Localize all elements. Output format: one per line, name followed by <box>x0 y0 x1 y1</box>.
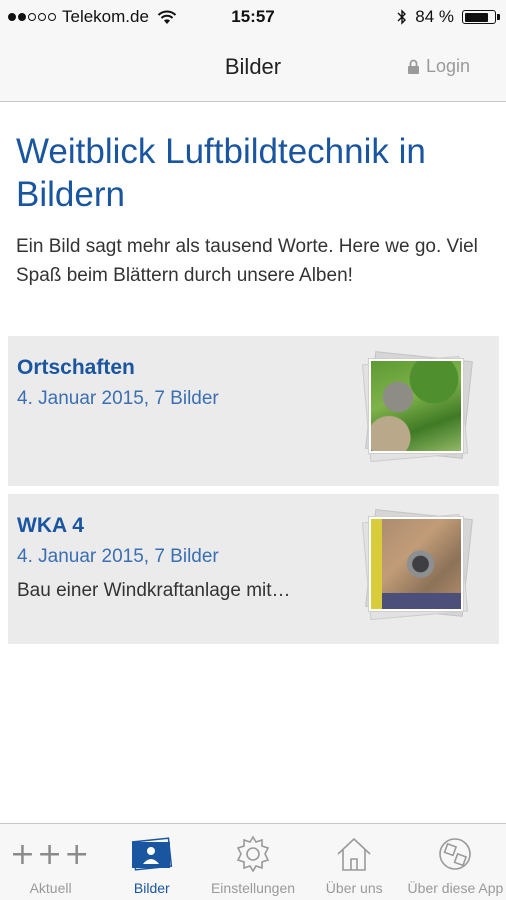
login-label: Login <box>425 56 470 76</box>
photo-album-icon <box>101 832 202 876</box>
tab-ueber-diese-app[interactable]: Über diese App <box>405 824 506 900</box>
battery-group: 84 % <box>397 7 500 27</box>
navigation-bar: Bilder Login <box>0 34 506 102</box>
album-meta: 4. Januar 2015, 7 Bilder <box>17 388 219 409</box>
tab-einstellungen[interactable]: Einstellungen <box>202 824 303 900</box>
tab-label: Aktuell <box>29 880 72 896</box>
album-meta: 4. Januar 2015, 7 Bilder <box>17 546 219 567</box>
page-title: Weitblick Luftbildtechnik in Bildern <box>16 132 426 214</box>
plus-icon: +++ <box>9 836 92 872</box>
tab-label: Bilder <box>133 880 170 896</box>
album-description: Bau einer Windkraftanlage mit… <box>17 580 291 601</box>
lock-icon <box>407 59 419 74</box>
home-icon <box>304 832 405 876</box>
battery-percent: 84 % <box>415 7 454 26</box>
album-thumbnail <box>361 508 482 628</box>
tab-bar: +++ Aktuell Bilder Einstellungen Über un… <box>0 823 506 900</box>
album-card-wka-4[interactable]: WKA 4 4. Januar 2015, 7 Bilder Bau einer… <box>8 494 499 644</box>
status-bar: Telekom.de 15:57 84 % <box>0 0 506 34</box>
album-title: WKA 4 <box>17 514 84 537</box>
battery-level <box>464 12 489 22</box>
battery-icon <box>462 10 500 24</box>
app-info-icon <box>405 832 506 876</box>
album-photo <box>371 519 461 609</box>
album-thumbnail <box>361 350 482 470</box>
tab-bilder[interactable]: Bilder <box>101 824 202 900</box>
main-content: Weitblick Luftbildtechnik in Bildern Ein… <box>0 102 506 290</box>
tab-ueber-uns[interactable]: Über uns <box>304 824 405 900</box>
gear-icon <box>202 832 303 876</box>
album-title: Ortschaften <box>17 356 135 379</box>
tab-label: Über diese App <box>407 880 504 896</box>
album-photo <box>371 361 461 451</box>
bluetooth-icon <box>397 9 407 25</box>
tab-aktuell[interactable]: +++ Aktuell <box>0 824 101 900</box>
tab-label: Einstellungen <box>210 880 296 896</box>
intro-text: Ein Bild sagt mehr als tausend Worte. He… <box>16 236 478 286</box>
login-button[interactable]: Login <box>407 56 470 77</box>
album-card-ortschaften[interactable]: Ortschaften 4. Januar 2015, 7 Bilder <box>8 336 499 486</box>
tab-label: Über uns <box>325 880 383 896</box>
